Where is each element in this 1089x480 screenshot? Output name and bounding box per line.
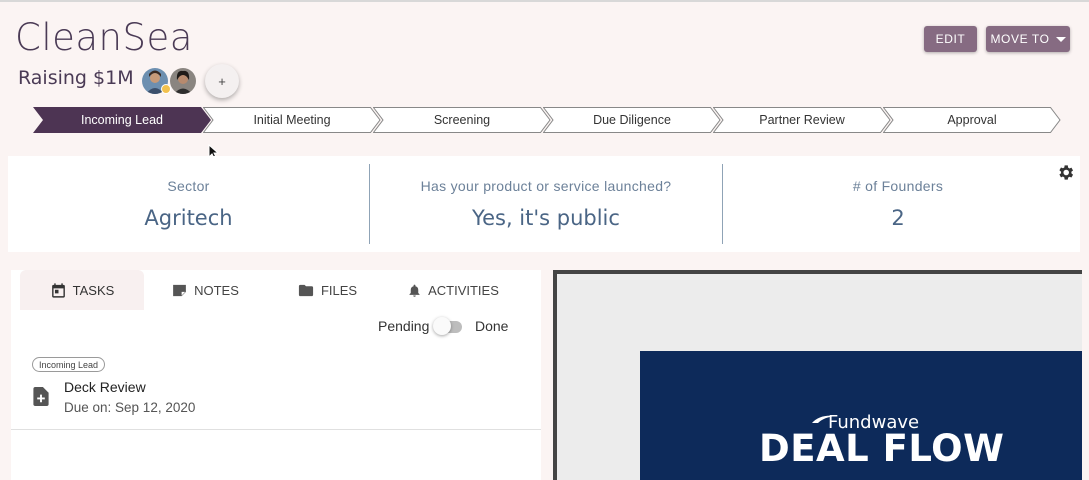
- info-value: Agritech: [144, 206, 233, 230]
- info-label: Sector: [167, 178, 210, 194]
- raising-amount: Raising $1M: [18, 67, 134, 89]
- preview-canvas: Fundwave DEAL FLOW: [557, 274, 1082, 480]
- caret-down-icon: [1055, 36, 1066, 42]
- deck-preview[interactable]: Fundwave DEAL FLOW: [553, 270, 1082, 480]
- tasks-panel: TASKS NOTES FILES ACTIVITIES Pending Don…: [11, 270, 541, 480]
- calendar-icon: [51, 282, 65, 298]
- task-stage-chip: Incoming Lead: [32, 357, 106, 372]
- tab-notes[interactable]: NOTES: [144, 270, 266, 310]
- info-founders: # of Founders 2: [723, 156, 1073, 252]
- stage-due-diligence[interactable]: Due Diligence: [543, 107, 721, 133]
- document-add-icon: [33, 387, 49, 406]
- info-sector: Sector Agritech: [8, 156, 369, 252]
- toggle-pending-label: Pending: [378, 318, 430, 334]
- edit-button-label: EDIT: [935, 32, 966, 46]
- stage-label: Incoming Lead: [80, 113, 163, 127]
- toggle-done-label: Done: [475, 318, 509, 334]
- tab-label: NOTES: [194, 282, 239, 298]
- move-to-button-label: MOVE TO: [990, 32, 1050, 46]
- task-due-date: Due on: Sep 12, 2020: [64, 400, 196, 415]
- tab-label: ACTIVITIES: [428, 282, 499, 298]
- tab-label: TASKS: [72, 282, 115, 298]
- slide-title: DEAL FLOW: [759, 427, 1005, 470]
- folder-icon: [298, 284, 314, 296]
- toggle-switch[interactable]: [433, 317, 451, 335]
- owner-badge-icon: [161, 84, 171, 94]
- stage-partner-review[interactable]: Partner Review: [713, 107, 891, 133]
- note-icon: [173, 284, 186, 296]
- task-title[interactable]: Deck Review: [64, 379, 146, 395]
- bell-icon: [409, 284, 420, 297]
- add-member-button[interactable]: +: [205, 64, 239, 98]
- info-value: 2: [891, 206, 905, 230]
- info-label: Has your product or service launched?: [420, 178, 672, 194]
- stage-label: Initial Meeting: [253, 113, 331, 127]
- avatar[interactable]: [170, 68, 196, 94]
- info-launched: Has your product or service launched? Ye…: [370, 156, 722, 252]
- stage-label: Partner Review: [759, 113, 845, 127]
- edit-button[interactable]: EDIT: [924, 26, 977, 52]
- stage-incoming-lead[interactable]: Incoming Lead: [33, 107, 211, 133]
- info-card: Sector Agritech Has your product or serv…: [8, 156, 1080, 252]
- stage-screening[interactable]: Screening: [373, 107, 551, 133]
- info-value: Yes, it's public: [472, 206, 620, 230]
- tab-files[interactable]: FILES: [266, 270, 388, 310]
- tab-activities[interactable]: ACTIVITIES: [388, 270, 518, 310]
- company-name: CleanSea: [15, 16, 193, 59]
- slide: Fundwave DEAL FLOW: [640, 351, 1082, 480]
- stage-approval[interactable]: Approval: [883, 107, 1061, 133]
- divider: [11, 429, 541, 430]
- stage-pipeline: Incoming Lead Initial Meeting Screening …: [33, 107, 1063, 133]
- stage-label: Due Diligence: [593, 113, 671, 127]
- gear-icon[interactable]: [1056, 163, 1075, 182]
- tab-label: FILES: [320, 282, 358, 298]
- info-label: # of Founders: [852, 178, 944, 194]
- stage-label: Approval: [947, 113, 997, 127]
- stage-label: Screening: [433, 113, 491, 127]
- move-to-button[interactable]: MOVE TO: [986, 26, 1070, 52]
- tab-tasks[interactable]: TASKS: [20, 270, 144, 310]
- top-border: [0, 0, 1089, 2]
- stage-initial-meeting[interactable]: Initial Meeting: [203, 107, 381, 133]
